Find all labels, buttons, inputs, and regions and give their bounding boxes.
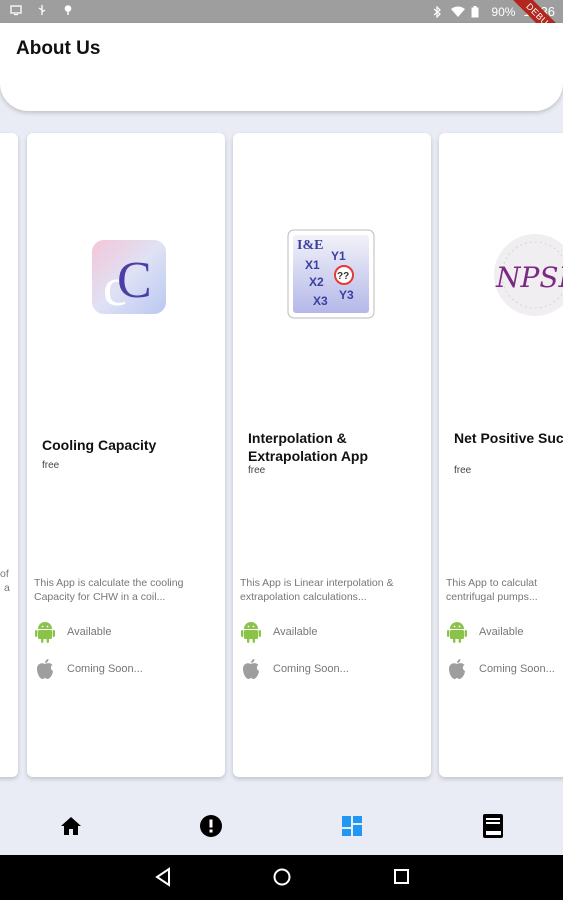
home-icon bbox=[60, 816, 82, 841]
app-title: Interpolation & Extrapolation App bbox=[248, 430, 369, 464]
usb-icon bbox=[36, 4, 48, 16]
wifi-icon bbox=[451, 6, 466, 18]
android-availability[interactable]: Available bbox=[447, 621, 523, 643]
android-label: Available bbox=[67, 626, 112, 638]
app-card-npsh[interactable]: NPSH Net Positive Suc Head (NPSH) free T… bbox=[439, 133, 563, 777]
app-description: This App to calculat centrifugal pumps..… bbox=[446, 577, 538, 603]
svg-text:C: C bbox=[117, 252, 152, 309]
app-card-interpolation[interactable]: I&E Y1 X1 ?? X2 X3 Y3 Interpolation & Ex… bbox=[233, 133, 431, 777]
app-header: About Us bbox=[0, 23, 563, 111]
app-description: This App is Linear interpolation & extra… bbox=[240, 577, 394, 603]
system-back-button[interactable] bbox=[154, 867, 172, 892]
info-icon bbox=[199, 814, 223, 843]
ios-label: Coming Soon... bbox=[273, 663, 349, 675]
system-recents-button[interactable] bbox=[393, 867, 411, 892]
ios-label: Coming Soon... bbox=[479, 663, 555, 675]
nav-dashboard-button[interactable] bbox=[339, 815, 365, 841]
bottom-navigation bbox=[0, 783, 563, 855]
npsh-logo-text: NPSH bbox=[495, 261, 563, 294]
partial-desc-fragment: a bbox=[4, 582, 10, 594]
apple-icon bbox=[35, 658, 55, 680]
ios-availability[interactable]: Coming Soon... bbox=[241, 658, 349, 680]
android-icon bbox=[35, 621, 55, 643]
partial-desc-fragment: of bbox=[0, 568, 9, 580]
logo-x2-text: X2 bbox=[309, 275, 324, 289]
app-title: Cooling Capacity bbox=[42, 437, 157, 453]
app-title: Net Positive Suc Head (NPSH) bbox=[454, 430, 563, 446]
app-card-partial-left[interactable]: of a bbox=[0, 133, 18, 777]
dashboard-icon bbox=[341, 815, 363, 842]
logo-y1-text: Y1 bbox=[331, 249, 346, 263]
status-bar: 90% 11:36 DEBUG bbox=[0, 0, 563, 54]
system-navigation-bar bbox=[0, 855, 563, 900]
android-icon bbox=[447, 621, 467, 643]
android-availability[interactable]: Available bbox=[241, 621, 317, 643]
logo-x1-text: X1 bbox=[305, 258, 320, 272]
logo-y3-text: Y3 bbox=[339, 288, 354, 302]
ios-label: Coming Soon... bbox=[67, 663, 143, 675]
interpolation-logo: I&E Y1 X1 ?? X2 X3 Y3 bbox=[287, 229, 375, 319]
ios-availability[interactable]: Coming Soon... bbox=[35, 658, 143, 680]
app-price: free bbox=[42, 460, 60, 471]
battery-percent: 90% bbox=[491, 4, 516, 19]
cooling-capacity-logo: c C bbox=[91, 239, 167, 317]
logo-question-text: ?? bbox=[337, 271, 349, 282]
page-title: About Us bbox=[16, 38, 101, 59]
logo-brand-text: I&E bbox=[297, 238, 323, 253]
app-description: This App is calculate the cooling Capaci… bbox=[34, 577, 184, 603]
bluetooth-icon bbox=[431, 5, 443, 18]
npsh-logo: NPSH bbox=[493, 232, 563, 318]
android-label: Available bbox=[273, 626, 318, 638]
book-icon bbox=[482, 813, 504, 844]
app-card-cooling-capacity[interactable]: c C Cooling Capacity free This App is ca… bbox=[27, 133, 225, 777]
screen-icon bbox=[10, 4, 22, 16]
logo-x3-text: X3 bbox=[313, 294, 328, 308]
apple-icon bbox=[241, 658, 261, 680]
apple-icon bbox=[447, 658, 467, 680]
nav-book-button[interactable] bbox=[480, 813, 506, 844]
android-icon bbox=[241, 621, 261, 643]
nav-info-button[interactable] bbox=[198, 814, 224, 843]
system-home-button[interactable] bbox=[272, 867, 292, 892]
app-price: free bbox=[454, 465, 472, 476]
nav-home-button[interactable] bbox=[58, 815, 84, 841]
location-pin-icon bbox=[62, 4, 74, 16]
ios-availability[interactable]: Coming Soon... bbox=[447, 658, 555, 680]
app-price: free bbox=[248, 465, 266, 476]
battery-icon bbox=[471, 5, 483, 18]
android-availability[interactable]: Available bbox=[35, 621, 111, 643]
android-label: Available bbox=[479, 626, 524, 638]
